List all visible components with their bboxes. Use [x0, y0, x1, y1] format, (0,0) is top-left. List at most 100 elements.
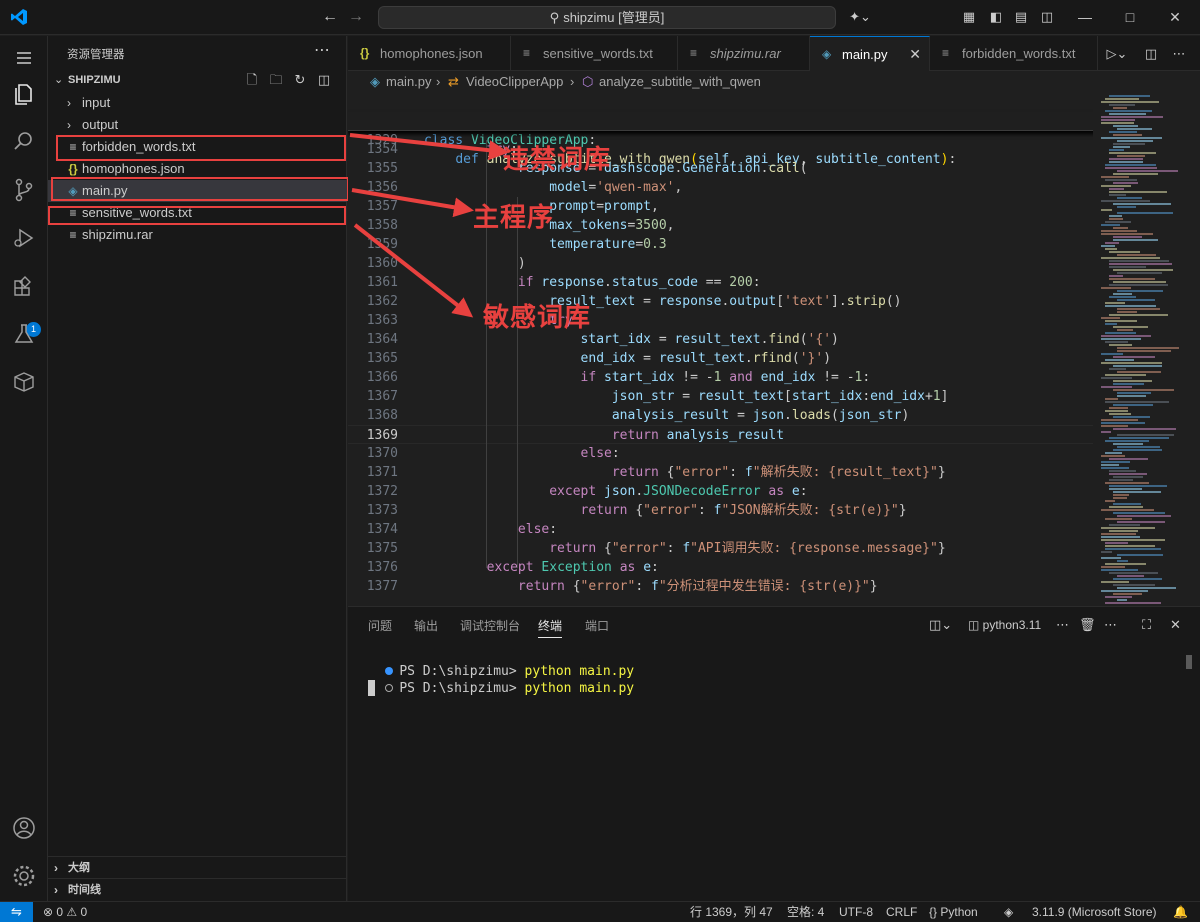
settings-gear-icon[interactable]	[10, 862, 38, 890]
encoding[interactable]: UTF-8	[839, 902, 873, 922]
code-line[interactable]: 1374 else:	[348, 520, 1093, 539]
tab-shipzimu-rar[interactable]: ≡ shipzimu.rar	[678, 36, 810, 71]
code-line[interactable]: 1364 start_idx = result_text.find('{')	[348, 330, 1093, 349]
minimap[interactable]	[1093, 93, 1200, 605]
tree-folder-input[interactable]: › input	[48, 92, 347, 114]
trash-icon[interactable]: 🗑	[1079, 617, 1096, 633]
back-arrow-icon[interactable]: ←	[322, 8, 338, 26]
close-window-button[interactable]: ✕	[1160, 5, 1190, 29]
minimap-line	[1109, 188, 1124, 190]
code-line[interactable]: 1359 temperature=0.3	[348, 235, 1093, 254]
terminal-scrollbar[interactable]	[1186, 655, 1192, 669]
code-line[interactable]: 1370 else:	[348, 444, 1093, 463]
problems-status[interactable]: ⊗ 0 ⚠ 0	[43, 902, 87, 922]
notifications-bell-icon[interactable]: 🔔	[1173, 902, 1188, 922]
menu-icon[interactable]	[10, 44, 38, 72]
breadcrumb-method[interactable]: analyze_subtitle_with_qwen	[599, 71, 761, 93]
tab-sensitive-words[interactable]: ≡ sensitive_words.txt	[511, 36, 678, 71]
minimap-line	[1117, 575, 1144, 577]
more-actions-icon[interactable]: ⋯	[1056, 617, 1069, 633]
code-line[interactable]: 1372 except json.JSONDecodeError as e:	[348, 482, 1093, 501]
close-tab-icon[interactable]: ✕	[909, 37, 921, 72]
tree-file-shipzimu-rar[interactable]: ≡ shipzimu.rar	[48, 224, 347, 246]
tab-main-py[interactable]: ◈ main.py ✕	[810, 36, 930, 71]
tab-homophones-json[interactable]: {} homophones.json	[348, 36, 511, 71]
tab-problems[interactable]: 问题	[368, 617, 392, 634]
refresh-icon[interactable]: ↻	[292, 72, 308, 88]
search-icon[interactable]	[10, 128, 38, 156]
tab-forbidden-words[interactable]: ≡ forbidden_words.txt	[930, 36, 1098, 71]
code-line[interactable]: 1356 model='qwen-max',	[348, 178, 1093, 197]
run-debug-icon[interactable]	[10, 224, 38, 252]
code-line[interactable]: 1355 response = dashscope.Generation.cal…	[348, 159, 1093, 178]
timeline-section-header[interactable]: › 时间线	[48, 878, 347, 900]
copilot-icon[interactable]: ✦⌄	[848, 9, 872, 25]
code-line[interactable]: 1365 end_idx = result_text.rfind('}')	[348, 349, 1093, 368]
toggle-secondary-sidebar-icon[interactable]: ◫	[1039, 9, 1055, 25]
minimize-button[interactable]: —	[1070, 5, 1100, 29]
code-line[interactable]: 1369 return analysis_result	[348, 425, 1093, 444]
code-line[interactable]: 1363 try:	[348, 311, 1093, 330]
sticky-scroll-line[interactable]: 379 class VideoClipperApp:	[348, 93, 1100, 148]
collapse-all-icon[interactable]: ◫	[316, 72, 332, 88]
tab-output[interactable]: 输出	[414, 617, 438, 634]
code-line[interactable]: 1367 json_str = result_text[start_idx:en…	[348, 387, 1093, 406]
command-center-search[interactable]: ⚲ shipzimu [管理员]	[378, 6, 836, 29]
tab-terminal[interactable]: 终端	[538, 617, 563, 638]
code-editor[interactable]: 379 class VideoClipperApp: 1329 def anal…	[348, 93, 1200, 605]
panel-more-icon[interactable]: ⋯	[1104, 617, 1117, 633]
sticky-scroll-line[interactable]: 1329 def analyze_subtitle_with_qwen(self…	[348, 112, 1100, 167]
maximize-button[interactable]: □	[1115, 5, 1145, 29]
minimap-line	[1113, 134, 1143, 136]
customize-layout-icon[interactable]: ▦	[961, 9, 977, 25]
end-of-line[interactable]: CRLF	[886, 902, 917, 922]
indentation[interactable]: 空格: 4	[787, 902, 824, 922]
new-file-icon[interactable]: 🗋	[244, 72, 260, 88]
code-line[interactable]: 1368 analysis_result = json.loads(json_s…	[348, 406, 1093, 425]
toggle-panel-icon[interactable]: ▤	[1013, 9, 1029, 25]
testing-icon[interactable]	[10, 320, 38, 348]
tree-folder-output[interactable]: › output	[48, 114, 347, 136]
split-terminal-icon[interactable]: ◫⌄	[929, 617, 952, 633]
code-line[interactable]: 1362 result_text = response.output['text…	[348, 292, 1093, 311]
code-line[interactable]: 1376 except Exception as e:	[348, 558, 1093, 577]
folder-header[interactable]: ⌄ SHIPZIMU 🗋 🗀 ↻ ◫	[48, 70, 347, 92]
cursor-position[interactable]: 行 1369，列 47	[690, 902, 773, 922]
code-line[interactable]: 1366 if start_idx != -1 and end_idx != -…	[348, 368, 1093, 387]
remote-explorer-icon[interactable]	[10, 368, 38, 396]
code-line[interactable]: 1354 try:	[348, 140, 1093, 159]
breadcrumb-class[interactable]: VideoClipperApp	[466, 71, 563, 93]
source-control-icon[interactable]	[10, 176, 38, 204]
toggle-sidebar-icon[interactable]: ◧	[988, 9, 1004, 25]
new-folder-icon[interactable]: 🗀	[268, 72, 284, 88]
minimap-line	[1101, 287, 1132, 289]
more-actions-icon[interactable]: ⋯	[1170, 45, 1188, 63]
explorer-icon[interactable]	[10, 80, 38, 108]
close-panel-icon[interactable]: ✕	[1170, 617, 1181, 633]
vscode-logo-icon[interactable]	[10, 8, 28, 26]
extensions-icon[interactable]	[10, 272, 38, 300]
breadcrumb-file[interactable]: main.py	[386, 71, 432, 93]
language-mode[interactable]: {} Python	[929, 902, 978, 922]
python-interpreter-icon[interactable]: ◈	[1004, 902, 1013, 922]
forward-arrow-icon[interactable]: →	[348, 8, 364, 26]
tab-ports[interactable]: 端口	[585, 617, 609, 634]
code-line[interactable]: 1358 max_tokens=3500,	[348, 216, 1093, 235]
code-line[interactable]: 1360 )	[348, 254, 1093, 273]
code-line[interactable]: 1361 if response.status_code == 200:	[348, 273, 1093, 292]
python-interpreter[interactable]: 3.11.9 (Microsoft Store)	[1032, 902, 1157, 922]
code-line[interactable]: 1357 prompt=prompt,	[348, 197, 1093, 216]
outline-section-header[interactable]: › 大纲	[48, 856, 347, 878]
tab-debug-console[interactable]: 调试控制台	[460, 617, 520, 634]
code-line[interactable]: 1375 return {"error": f"API调用失败: {respon…	[348, 539, 1093, 558]
code-line[interactable]: 1371 return {"error": f"解析失败: {result_te…	[348, 463, 1093, 482]
split-editor-icon[interactable]: ◫	[1142, 45, 1160, 63]
remote-indicator-icon[interactable]: ⇋	[0, 902, 33, 922]
code-line[interactable]: 1377 return {"error": f"分析过程中发生错误: {str(…	[348, 577, 1093, 596]
code-line[interactable]: 1373 return {"error": f"JSON解析失败: {str(e…	[348, 501, 1093, 520]
maximize-panel-icon[interactable]: ⛶	[1142, 617, 1151, 633]
terminal-profile[interactable]: ◫ python3.11	[968, 617, 1041, 633]
account-icon[interactable]	[10, 814, 38, 842]
run-python-icon[interactable]: ▷⌄	[1104, 45, 1130, 63]
more-actions-icon[interactable]: ⋯	[314, 40, 330, 60]
